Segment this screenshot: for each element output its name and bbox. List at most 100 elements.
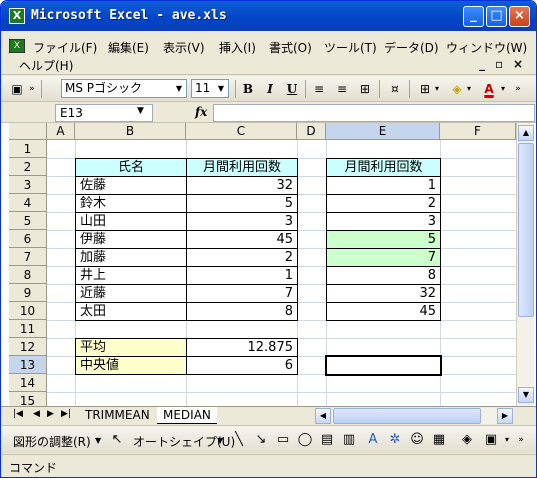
prev-sheet-icon[interactable]: ◀ — [33, 409, 40, 419]
column-header-d[interactable]: D — [297, 123, 326, 140]
fill-color-icon[interactable]: ◈ — [449, 81, 465, 97]
last-sheet-icon[interactable]: ▶| — [61, 409, 71, 419]
doc-minimize-button[interactable]: _ — [479, 57, 485, 71]
menu-file[interactable]: ファイル(F) — [33, 39, 97, 56]
row-header[interactable]: 15 — [9, 392, 47, 406]
table-header-count[interactable]: 月間利用回数 — [186, 158, 298, 177]
table-header-name[interactable]: 氏名 — [75, 158, 187, 177]
menu-data[interactable]: データ(D) — [384, 39, 439, 56]
table-cell-count[interactable]: 3 — [186, 212, 298, 231]
wordart-icon[interactable]: A — [365, 432, 381, 448]
picture-icon[interactable]: ▦ — [431, 432, 447, 448]
excel-app-icon[interactable]: X — [9, 8, 25, 24]
font-color-icon[interactable]: A — [481, 81, 497, 97]
draw-menu-button[interactable]: 図形の調整(R) — [13, 433, 91, 450]
toolbar-options-icon[interactable]: » — [27, 81, 37, 97]
scroll-up-icon[interactable]: ▲ — [518, 125, 534, 141]
diagram-icon[interactable]: ✲ — [387, 432, 403, 448]
sorted-cell-median[interactable]: 7 — [326, 248, 441, 267]
currency-icon[interactable]: ¤ — [387, 81, 403, 97]
oval-icon[interactable]: ◯ — [297, 432, 313, 448]
sorted-cell[interactable]: 2 — [326, 194, 441, 213]
column-header-c[interactable]: C — [186, 123, 297, 140]
row-header[interactable]: 2 — [9, 158, 47, 176]
row-header[interactable]: 3 — [9, 176, 47, 194]
table-cell-name[interactable]: 近藤 — [75, 284, 187, 303]
sorted-cell[interactable]: 45 — [326, 302, 441, 321]
chevron-down-icon[interactable]: ▾ — [499, 81, 507, 97]
sheet-tab-trimmean[interactable]: TRIMMEAN — [79, 407, 156, 424]
table-cell-count[interactable]: 5 — [186, 194, 298, 213]
sorted-header-count[interactable]: 月間利用回数 — [326, 158, 441, 177]
align-center-icon[interactable]: ≡ — [334, 81, 350, 97]
select-all-corner[interactable] — [9, 123, 47, 140]
text-box-icon[interactable]: ▤ — [319, 432, 335, 448]
merge-center-icon[interactable]: ⊞ — [357, 81, 373, 97]
doc-restore-button[interactable]: ▫ — [495, 57, 503, 71]
average-label-cell[interactable]: 平均 — [75, 338, 187, 357]
scroll-right-icon[interactable]: ▶ — [497, 408, 513, 424]
sorted-cell[interactable]: 3 — [326, 212, 441, 231]
average-value-cell[interactable]: 12.875 — [186, 338, 298, 357]
chevron-down-icon[interactable]: ▾ — [465, 81, 473, 97]
next-sheet-icon[interactable]: ▶ — [47, 409, 54, 419]
chevron-down-icon[interactable]: ▼ — [95, 436, 101, 445]
close-button[interactable]: × — [509, 6, 530, 27]
vertical-text-box-icon[interactable]: ▥ — [341, 432, 357, 448]
chevron-down-icon[interactable]: ▼ — [173, 81, 185, 96]
align-left-icon[interactable]: ≡ — [311, 81, 327, 97]
table-cell-count[interactable]: 2 — [186, 248, 298, 267]
menu-edit[interactable]: 編集(E) — [108, 39, 149, 56]
menu-insert[interactable]: 挿入(I) — [219, 39, 256, 56]
sorted-cell-median[interactable]: 5 — [326, 230, 441, 249]
toolbar-options-icon[interactable]: » — [513, 81, 523, 97]
doc-close-button[interactable]: × — [513, 57, 523, 71]
bold-button[interactable]: B — [241, 81, 255, 97]
row-header[interactable]: 14 — [9, 374, 47, 392]
toolbar-options-icon[interactable]: » — [513, 432, 529, 448]
table-cell-name[interactable]: 鈴木 — [75, 194, 187, 213]
line-icon[interactable]: ╲ — [231, 432, 247, 448]
table-cell-name[interactable]: 井上 — [75, 266, 187, 285]
table-cell-count[interactable]: 8 — [186, 302, 298, 321]
median-label-cell[interactable]: 中央値 — [75, 356, 187, 375]
column-header-b[interactable]: B — [75, 123, 186, 140]
arrow-icon[interactable]: ↘ — [253, 432, 269, 448]
workbook-icon[interactable]: X — [9, 39, 25, 53]
insert-function-icon[interactable]: fx — [195, 105, 207, 119]
row-header[interactable]: 9 — [9, 284, 47, 302]
scroll-down-icon[interactable]: ▼ — [518, 387, 534, 403]
table-cell-count[interactable]: 7 — [186, 284, 298, 303]
vertical-scroll-thumb[interactable] — [518, 143, 534, 317]
rectangle-icon[interactable]: ▭ — [275, 432, 291, 448]
chevron-down-icon[interactable]: ▼ — [217, 436, 223, 445]
row-header[interactable]: 13 — [9, 356, 47, 374]
column-header-f[interactable]: F — [440, 123, 516, 140]
table-cell-name[interactable]: 伊藤 — [75, 230, 187, 249]
minimize-button[interactable]: _ — [463, 6, 484, 27]
scroll-left-icon[interactable]: ◀ — [315, 408, 331, 424]
formula-input[interactable] — [213, 104, 535, 122]
horizontal-scroll-thumb[interactable] — [333, 408, 481, 424]
first-sheet-icon[interactable]: |◀ — [13, 409, 23, 419]
chevron-down-icon[interactable]: ▼ — [215, 81, 227, 96]
menu-window[interactable]: ウィンドウ(W) — [446, 39, 527, 56]
row-header[interactable]: 10 — [9, 302, 47, 320]
worksheet-grid[interactable]: A B C D E F 1 2 3 4 5 6 7 8 9 10 11 12 1… — [1, 123, 536, 406]
borders-icon[interactable]: ⊞ — [417, 81, 433, 97]
line-color-icon[interactable]: ▣ — [483, 432, 499, 448]
sheet-tab-median[interactable]: MEDIAN — [157, 407, 217, 424]
menu-help[interactable]: ヘルプ(H) — [19, 57, 73, 74]
table-cell-count[interactable]: 1 — [186, 266, 298, 285]
column-header-e[interactable]: E — [326, 123, 440, 140]
font-size-select[interactable]: 11 ▼ — [191, 79, 229, 98]
row-header[interactable]: 6 — [9, 230, 47, 248]
title-bar[interactable]: X Microsoft Excel - ave.xls _ □ × — [1, 1, 536, 31]
row-header[interactable]: 8 — [9, 266, 47, 284]
column-header-a[interactable]: A — [47, 123, 75, 140]
row-header[interactable]: 1 — [9, 140, 47, 158]
row-header[interactable]: 11 — [9, 320, 47, 338]
font-name-select[interactable]: MS Pゴシック ▼ — [61, 79, 187, 98]
select-pointer-icon[interactable]: ↖ — [109, 432, 125, 448]
sorted-cell[interactable]: 1 — [326, 176, 441, 195]
